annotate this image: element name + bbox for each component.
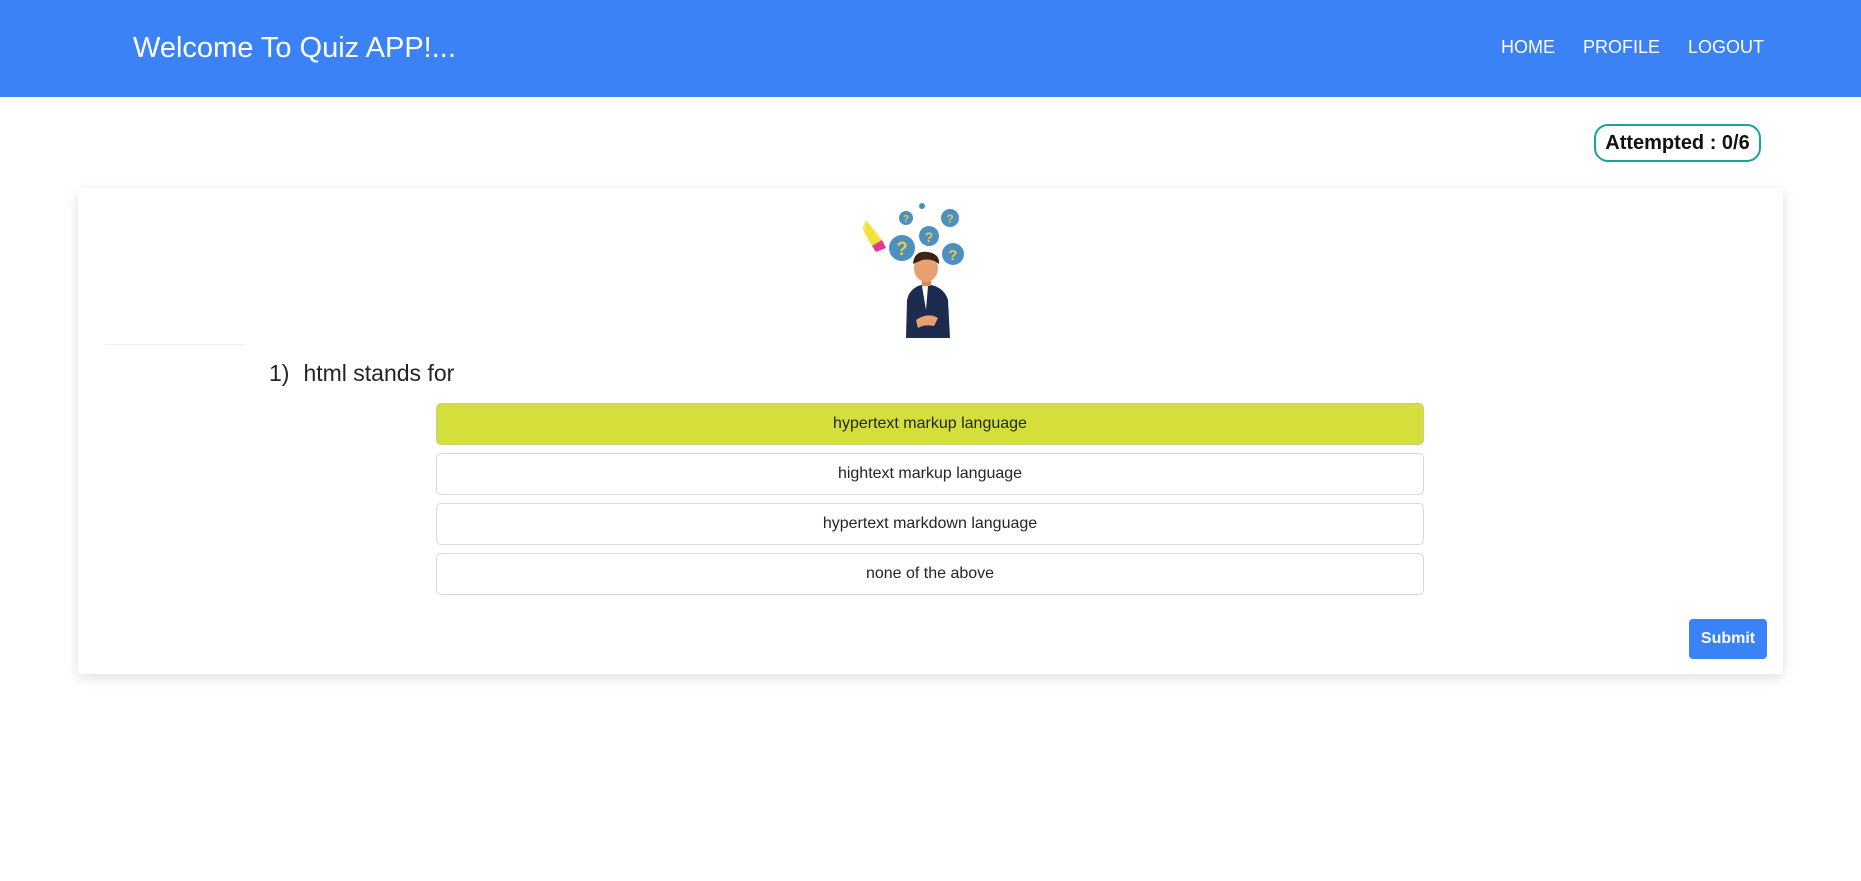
submit-button[interactable]: Submit xyxy=(1689,619,1767,659)
question-text: html stands for xyxy=(303,360,455,386)
svg-text:?: ? xyxy=(948,247,957,264)
answer-options: hypertext markup language hightext marku… xyxy=(436,403,1424,603)
option-button[interactable]: hypertext markdown language xyxy=(436,503,1424,545)
svg-text:?: ? xyxy=(896,239,908,260)
nav-logout-link[interactable]: LOGOUT xyxy=(1688,36,1764,58)
option-button[interactable]: hightext markup language xyxy=(436,453,1424,495)
question-number: 1) xyxy=(269,360,290,386)
option-button[interactable]: hypertext markup language xyxy=(436,403,1424,445)
nav-links: HOME PROFILE LOGOUT xyxy=(1501,36,1764,58)
thinking-person-icon: ? ? ? ? ? xyxy=(862,202,970,340)
top-navbar: Welcome To Quiz APP!... HOME PROFILE LOG… xyxy=(0,0,1861,97)
option-button[interactable]: none of the above xyxy=(436,553,1424,595)
app-title: Welcome To Quiz APP!... xyxy=(133,32,456,64)
nav-home-link[interactable]: HOME xyxy=(1501,36,1555,58)
question-heading: 1) html stands for xyxy=(269,358,454,388)
attempted-counter-badge: Attempted : 0/6 xyxy=(1594,124,1761,162)
svg-text:?: ? xyxy=(946,212,953,226)
nav-profile-link[interactable]: PROFILE xyxy=(1583,36,1660,58)
divider-line xyxy=(105,344,245,345)
svg-text:?: ? xyxy=(903,214,909,225)
svg-text:?: ? xyxy=(925,229,934,245)
